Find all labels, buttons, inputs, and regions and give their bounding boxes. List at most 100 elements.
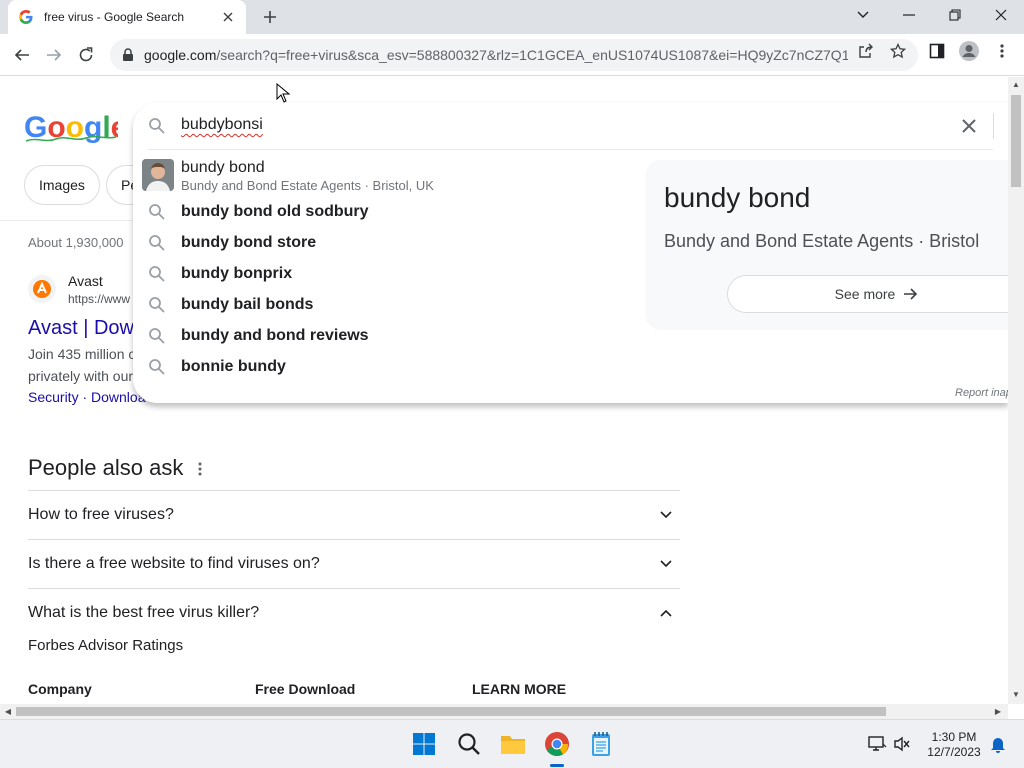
suggestions-divider <box>147 149 993 150</box>
search-icon <box>148 296 166 314</box>
suggestion-item[interactable]: bundy bail bonds <box>133 290 633 321</box>
scroll-down-icon[interactable]: ▼ <box>1008 687 1024 702</box>
search-icon <box>148 327 166 345</box>
scroll-up-icon[interactable]: ▲ <box>1008 77 1024 92</box>
suggestion-item[interactable]: bundy bond store <box>133 228 633 259</box>
tab-strip: free virus - Google Search <box>0 0 1024 34</box>
file-explorer-icon[interactable] <box>499 730 527 758</box>
scroll-left-icon[interactable]: ◀ <box>0 704 16 719</box>
back-icon[interactable] <box>8 41 36 69</box>
forward-icon[interactable] <box>40 41 68 69</box>
paa-answer-source: Forbes Advisor Ratings <box>28 637 184 654</box>
browser-toolbar: google.com/search?q=free+virus&sca_esv=5… <box>0 34 1024 76</box>
result-stats: About 1,930,000 <box>28 235 124 250</box>
suggestion-text: bundy bail bonds <box>181 296 314 313</box>
suggestion-item[interactable]: bundy bonprix <box>133 259 633 290</box>
search-icon <box>148 234 166 252</box>
result-url[interactable]: https://www <box>68 292 130 306</box>
close-window-icon[interactable] <box>978 0 1024 30</box>
suggestion-text: bundy and bond reviews <box>181 327 369 344</box>
scroll-right-icon[interactable]: ▶ <box>990 704 1006 719</box>
chevron-up-icon <box>656 603 676 623</box>
knowledge-panel-preview: bundy bond Bundy and Bond Estate Agents … <box>645 160 1024 330</box>
suggestion-text: bundy bond store <box>181 234 317 251</box>
lock-icon[interactable] <box>120 47 136 63</box>
avast-logo-icon <box>28 275 56 303</box>
search-icon <box>148 358 166 376</box>
paa-question-expanded[interactable]: What is the best free virus killer? <box>28 588 680 637</box>
system-clock[interactable]: 1:30 PM 12/7/2023 <box>922 730 986 760</box>
windows-start-icon[interactable] <box>410 730 438 758</box>
network-icon[interactable] <box>863 730 891 758</box>
tab-title: free virus - Google Search <box>44 10 185 24</box>
search-icon <box>148 117 166 135</box>
clock-date: 12/7/2023 <box>927 745 981 759</box>
notification-bell-icon[interactable] <box>984 730 1012 758</box>
menu-kebab-icon[interactable] <box>993 42 1011 60</box>
entity-subtitle: Bundy and Bond Estate Agents · Bristol, … <box>181 178 434 193</box>
search-box-separator <box>993 113 994 139</box>
paa-question-text: Is there a free website to find viruses … <box>28 555 320 572</box>
suggestion-text: bundy bonprix <box>181 265 293 282</box>
horizontal-scroll-thumb[interactable] <box>16 707 886 716</box>
volume-muted-icon[interactable] <box>888 730 916 758</box>
url-text: google.com/search?q=free+virus&sca_esv=5… <box>144 47 848 63</box>
vertical-scrollbar[interactable]: ▲ ▼ <box>1008 77 1024 704</box>
suggestion-item[interactable]: bundy bond old sodbury <box>133 197 633 228</box>
paa-question-text: How to free viruses? <box>28 506 174 523</box>
suggestion-item[interactable]: bundy and bond reviews <box>133 321 633 352</box>
paa-question[interactable]: How to free viruses? <box>28 490 680 539</box>
kp-subtitle: Bundy and Bond Estate Agents · Bristol <box>664 231 980 251</box>
report-inappropriate-link[interactable]: Report inap <box>955 387 1012 399</box>
google-doodle-logo[interactable]: Google <box>24 111 127 145</box>
search-input[interactable]: bubdybonsi <box>181 116 263 134</box>
url-host: google.com <box>144 47 217 63</box>
paa-question[interactable]: Is there a free website to find viruses … <box>28 539 680 588</box>
table-header-company: Company <box>28 681 92 697</box>
restore-icon[interactable] <box>932 0 978 30</box>
side-panel-icon[interactable] <box>928 42 946 60</box>
windows-taskbar: 1:30 PM 12/7/2023 <box>0 719 1024 768</box>
search-box[interactable]: bubdybonsi <box>133 103 1008 149</box>
active-app-indicator <box>550 764 564 767</box>
result-title-link[interactable]: Avast | Dow <box>28 317 134 340</box>
paa-question-text: What is the best free virus killer? <box>28 604 260 621</box>
search-suggestions-dropdown: bubdybonsi bundy bond Bundy and Bond Est… <box>133 103 1024 403</box>
reload-icon[interactable] <box>72 41 100 69</box>
vertical-scroll-thumb[interactable] <box>1011 95 1021 187</box>
table-header-free-download: Free Download <box>255 681 356 697</box>
notepad-icon[interactable] <box>587 730 615 758</box>
mouse-cursor-icon <box>276 82 291 103</box>
people-also-ask-heading: People also ask <box>28 455 184 480</box>
tab-search-icon[interactable] <box>840 0 886 30</box>
clear-search-icon[interactable] <box>958 115 980 137</box>
browser-tab[interactable]: free virus - Google Search <box>8 0 246 34</box>
see-more-button[interactable]: See more <box>727 275 1024 313</box>
filter-chip-images[interactable]: Images <box>24 165 100 205</box>
result-site-name: Avast <box>68 273 103 289</box>
clock-time: 1:30 PM <box>931 730 977 744</box>
bookmark-star-icon[interactable] <box>889 42 907 60</box>
minimize-icon[interactable] <box>886 0 932 30</box>
suggestion-text: bundy bond old sodbury <box>181 203 369 220</box>
entity-title: bundy bond <box>181 159 265 176</box>
taskbar-search-icon[interactable] <box>455 730 483 758</box>
entity-thumbnail <box>142 159 174 191</box>
profile-avatar-icon[interactable] <box>958 40 980 62</box>
new-tab-button[interactable] <box>258 5 282 29</box>
share-icon[interactable] <box>857 42 875 60</box>
suggestion-text: bonnie bundy <box>181 358 286 375</box>
search-icon <box>148 203 166 221</box>
suggestion-entity[interactable]: bundy bond Bundy and Bond Estate Agents … <box>133 156 633 196</box>
more-options-icon[interactable] <box>192 459 208 479</box>
chevron-down-icon <box>656 505 676 525</box>
table-header-learn-more: LEARN MORE <box>472 681 567 697</box>
tab-close-icon[interactable] <box>220 9 236 25</box>
horizontal-scrollbar[interactable]: ◀ ▶ <box>0 704 1008 719</box>
chrome-icon[interactable] <box>543 730 571 758</box>
result-snippet-line-1: Join 435 million c <box>28 346 136 362</box>
arrow-right-icon <box>903 286 919 302</box>
result-sitelinks[interactable]: Security · Downloa <box>28 389 146 405</box>
address-bar[interactable]: google.com/search?q=free+virus&sca_esv=5… <box>110 39 918 71</box>
suggestion-item[interactable]: bonnie bundy <box>133 352 633 383</box>
